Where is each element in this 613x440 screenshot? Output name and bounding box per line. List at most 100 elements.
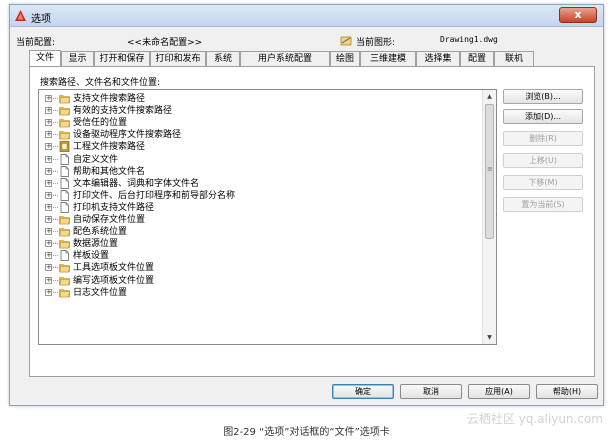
tree-item-label: 设备驱动程序文件搜索路径 <box>73 130 182 141</box>
tree-connector <box>53 98 58 99</box>
tree-item[interactable]: + 工具选项板文件位置 <box>39 262 479 274</box>
tree-item[interactable]: + 自定义文件 <box>39 153 479 166</box>
expand-icon[interactable]: + <box>45 131 52 139</box>
expand-icon[interactable]: + <box>45 288 52 296</box>
remove-button[interactable]: 删除(R) <box>503 131 583 146</box>
tab-online[interactable]: 联机 <box>494 51 534 66</box>
tree-item[interactable]: + 打印文件、后台打印程序和前导部分名称 <box>39 189 479 202</box>
tree-item[interactable]: + 打印机支持文件路径 <box>39 202 479 214</box>
tab-user-preferences[interactable]: 用户系统配置 <box>240 51 330 66</box>
tree-item[interactable]: + 自动保存文件位置 <box>39 214 479 226</box>
expand-icon[interactable]: + <box>45 119 52 127</box>
expand-icon[interactable]: + <box>45 264 52 272</box>
expand-icon[interactable]: + <box>45 228 52 236</box>
document-icon <box>59 202 70 213</box>
add-button[interactable]: 添加(D)... <box>503 109 583 124</box>
tree-item-label: 工程文件搜索路径 <box>73 142 146 153</box>
set-current-button[interactable]: 置为当前(S) <box>503 197 583 212</box>
tree-item-label: 打印机支持文件路径 <box>73 202 155 213</box>
cancel-button[interactable]: 取消 <box>400 384 462 399</box>
autocad-logo-icon <box>15 10 26 21</box>
title-bar[interactable]: 选项 x <box>10 5 603 27</box>
close-button[interactable]: x <box>559 7 597 23</box>
tree-item[interactable]: + 设备驱动程序文件搜索路径 <box>39 129 479 141</box>
scroll-up-icon[interactable]: ▲ <box>483 90 496 103</box>
tab-display[interactable]: 显示 <box>61 51 94 66</box>
dialog-title: 选项 <box>31 14 51 25</box>
tab-system[interactable]: 系统 <box>206 51 240 66</box>
expand-icon[interactable]: + <box>45 203 52 211</box>
document-icon <box>59 189 70 201</box>
tree-item[interactable]: + 样板设置 <box>39 250 479 262</box>
tree-item-label: 编写选项板文件位置 <box>73 275 155 286</box>
tree-connector <box>53 170 58 172</box>
tree-item-label: 自定义文件 <box>73 154 119 165</box>
browse-button[interactable]: 浏览(B)... <box>503 89 583 104</box>
expand-icon[interactable]: + <box>45 216 52 223</box>
folder-icon <box>59 275 70 286</box>
expand-icon[interactable]: + <box>45 143 52 151</box>
tree-item-label: 配色系统位置 <box>73 227 128 238</box>
expand-icon[interactable]: + <box>45 167 52 175</box>
expand-icon[interactable]: + <box>45 191 52 199</box>
tree-connector <box>53 279 58 281</box>
drawing-icon <box>340 36 352 46</box>
expand-icon[interactable]: + <box>45 155 52 163</box>
ok-button[interactable]: 确定 <box>332 384 394 399</box>
tree-item[interactable]: + 工程文件搜索路径 <box>39 141 479 153</box>
tree-item-label: 帮助和其他文件名 <box>73 166 146 177</box>
tree-connector <box>53 267 58 269</box>
expand-icon[interactable]: + <box>45 276 52 284</box>
tree-item[interactable]: + 编写选项板文件位置 <box>39 275 479 287</box>
current-profile-value: <<未命名配置>> <box>127 38 203 48</box>
expand-icon[interactable]: + <box>45 107 52 115</box>
tree-connector <box>53 243 58 245</box>
tree-item-label: 工具选项板文件位置 <box>73 263 155 274</box>
expand-icon[interactable]: + <box>45 179 52 187</box>
tree-item[interactable]: + 文本编辑器、词典和字体文件名 <box>39 177 479 190</box>
help-button[interactable]: 帮助(H) <box>536 384 598 399</box>
tree-item[interactable]: + 数据源位置 <box>39 238 479 250</box>
tree-item-label: 自动保存文件位置 <box>73 215 146 225</box>
tree-scrollbar[interactable]: ▲ ≡ ▼ <box>482 90 496 344</box>
document-icon <box>59 153 70 165</box>
tree-item-label: 数据源位置 <box>73 239 119 250</box>
tab-profiles[interactable]: 配置 <box>460 51 494 66</box>
tab-files[interactable]: 文件 <box>29 50 61 66</box>
tree-item[interactable]: + 有效的支持文件搜索路径 <box>39 105 479 117</box>
tab-3d-modeling[interactable]: 三维建模 <box>360 51 416 66</box>
tree-item[interactable]: + 支持文件搜索路径 <box>39 93 479 105</box>
apply-button[interactable]: 应用(A) <box>468 384 530 399</box>
tab-open-save[interactable]: 打开和保存 <box>94 51 150 66</box>
folder-icon <box>59 287 70 298</box>
tab-selection[interactable]: 选择集 <box>416 51 460 66</box>
move-up-button[interactable]: 上移(U) <box>503 153 583 168</box>
expand-icon[interactable]: + <box>45 95 52 102</box>
tree-item-label: 日志文件位置 <box>73 287 128 298</box>
tree-connector <box>53 158 58 160</box>
folder-icon <box>59 238 70 249</box>
tab-plot-publish[interactable]: 打印和发布 <box>150 51 206 66</box>
file-locations-tree[interactable]: ▲ ≡ ▼ + 支持文件搜索路径 + 有效的支持文件搜索路径 + 受信任的位置 + 设备驱动程… <box>38 89 497 345</box>
document-icon <box>59 250 70 262</box>
scroll-down-icon[interactable]: ▼ <box>483 331 496 344</box>
folder-icon <box>59 129 70 140</box>
tree-item[interactable]: + 受信任的位置 <box>39 117 479 129</box>
tree-connector <box>53 231 58 233</box>
folder-icon <box>59 93 70 104</box>
tree-item[interactable]: + 配色系统位置 <box>39 226 479 238</box>
files-panel: 搜索路径、文件名和文件位置: ▲ ≡ ▼ + 支持文件搜索路径 + 有效的支持文件搜索… <box>29 66 595 377</box>
options-dialog: 选项 x 当前配置: <<未命名配置>> 当前图形: Drawing1.dwg … <box>9 4 604 406</box>
tree-item[interactable]: + 日志文件位置 <box>39 287 479 299</box>
expand-icon[interactable]: + <box>45 252 52 260</box>
tree-item[interactable]: + 帮助和其他文件名 <box>39 165 479 178</box>
folder-icon <box>59 262 70 273</box>
figure-caption: 图2-29 “选项”对话框的“文件”选项卡 <box>223 427 390 438</box>
folder-icon <box>59 105 70 116</box>
tree-connector <box>53 255 58 257</box>
expand-icon[interactable]: + <box>45 240 52 248</box>
current-drawing-value: Drawing1.dwg <box>440 35 498 44</box>
move-down-button[interactable]: 下移(M) <box>503 175 583 190</box>
folder-icon <box>59 117 70 128</box>
tab-drafting[interactable]: 绘图 <box>330 51 360 66</box>
